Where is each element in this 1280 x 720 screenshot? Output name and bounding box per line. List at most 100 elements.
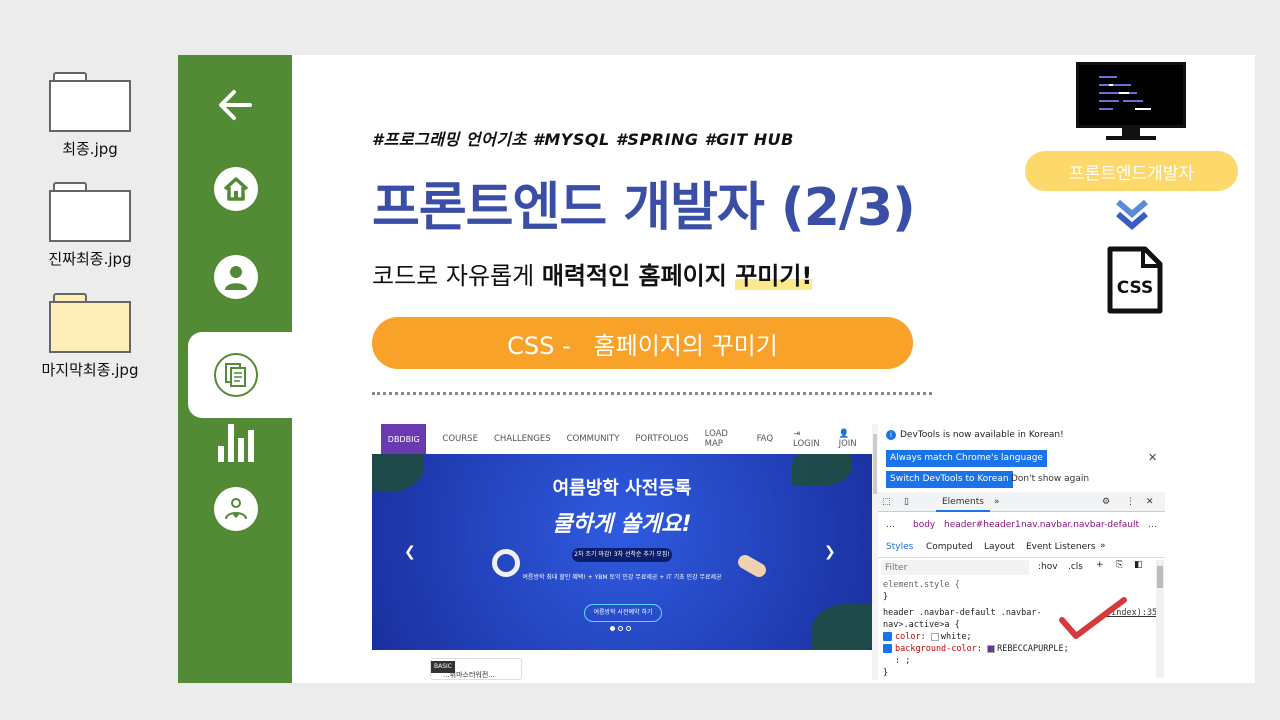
subtitle-plain: 코드로 자유롭게 [372,262,542,290]
user-icon[interactable] [214,255,258,299]
val-color: white; [940,632,972,642]
banner-tag: 2차 조기 마감! 3차 선착순 추가 모집! [572,548,672,562]
desktop-folder-real-final[interactable]: 진짜최종.jpg [40,182,140,269]
desktop-folder-final[interactable]: 최종.jpg [40,72,140,159]
styles-scrollbar[interactable] [1156,560,1164,678]
breadcrumb-body[interactable]: body [913,520,935,530]
course-card-text: ...위마스터워전... [443,671,495,679]
login-icon: ⇥ [793,429,801,439]
devtools-info-text: DevTools is now available in Korean! [900,430,1064,440]
dont-show-link[interactable]: Don't show again [1011,474,1089,484]
course-card[interactable]: BASIC ...위마스터워전... [430,658,522,680]
switch-korean-button[interactable]: Switch DevTools to Korean [886,471,1013,488]
info-icon: i [886,430,896,440]
checkmark-icon [1058,596,1128,642]
cls-toggle[interactable]: .cls [1068,562,1083,572]
back-arrow-icon[interactable] [216,88,256,122]
device-icon[interactable]: ▯ [904,492,909,512]
add-rule-icon[interactable]: + [1096,560,1104,570]
devtools-main-tabs: ⬚ ▯ Elements » ⚙ ⋮ ✕ [878,492,1165,512]
breadcrumb-header[interactable]: header#header1 [944,520,1021,530]
folder-label: 진짜최종.jpg [48,250,132,268]
more-subtabs-icon[interactable]: » [1100,541,1106,551]
prop-color: color [895,632,921,642]
banner-title: 여름방학 사전등록 [552,478,692,499]
promo-banner: 여름방학 사전등록 쿨하게 쏠게요! 2차 조기 마감! 3차 선착순 추가 모… [372,454,872,650]
site-logo[interactable]: DBDBIG [381,424,427,454]
selector-line-1: header .navbar-default .navbar- [883,608,1042,618]
carousel-dots[interactable] [610,626,631,631]
nav-course[interactable]: COURSE [442,434,478,444]
dom-breadcrumb: … body header#header1 nav.navbar.navbar-… [878,520,1165,534]
nav-faq[interactable]: FAQ [757,434,773,444]
folder-icon [49,293,131,353]
close-devtools-icon[interactable]: ✕ [1146,492,1154,512]
home-icon[interactable] [214,167,258,211]
paint-icon[interactable]: ⎘ [1116,560,1123,570]
styles-filter-input[interactable] [881,560,1029,575]
hov-toggle[interactable]: :hov [1038,562,1058,572]
hashtags: #프로그래밍 언어기초 #MYSQL #SPRING #GIT HUB [372,130,794,149]
nav-login-label: LOGIN [793,439,820,449]
val-background: REBECCAPURPLE; [997,644,1069,654]
tab-elements[interactable]: Elements [936,492,990,512]
inspect-icon[interactable]: ⬚ [882,492,891,512]
tab-styles[interactable]: Styles [886,542,913,552]
rule-close-brace: } [883,592,889,602]
prev-arrow-icon[interactable]: ❮ [404,544,416,560]
monitor-icon [1076,62,1186,128]
banner-description: 여름방학 최대 할인 혜택! + YBM 토익 인강 무료제공 + IT 기초 … [522,574,722,581]
css-file-icon: CSS [1107,246,1163,314]
subtitle-bold: 매력적인 홈페이지 [541,262,736,290]
document-icon[interactable] [214,353,258,397]
section-pill: CSS - 홈페이지의 꾸미기 [372,317,913,369]
declaration-color: color: white; [883,632,972,642]
tab-event-listeners[interactable]: Event Listeners [1026,542,1096,552]
close-icon[interactable]: ✕ [1148,451,1157,464]
color-swatch[interactable] [930,632,939,641]
folder-icon [49,182,131,242]
subtitle-highlight: 꾸미기! [735,262,813,290]
next-arrow-icon[interactable]: ❯ [824,544,836,560]
nav-join-label: JOIN [838,439,857,449]
dotted-divider [372,392,932,395]
banner-button[interactable]: 여름방학 사전예약 하기 [584,604,662,622]
styles-filter-bar: :hov .cls + ⎘ ◧ [878,560,1165,576]
selector-line-2: nav>.active>a { [883,620,960,630]
swim-ring-icon [492,549,520,577]
leaf-decoration [812,604,872,650]
kebab-menu-icon[interactable]: ⋮ [1126,492,1135,512]
checkbox-background[interactable] [883,644,892,653]
nav-login[interactable]: ⇥ LOGIN [793,429,823,449]
breadcrumb-ellipsis: … [886,520,895,530]
nav-portfolios[interactable]: PORTFOLIOS [635,434,688,444]
match-language-button[interactable]: Always match Chrome's language [886,450,1047,467]
tab-layout[interactable]: Layout [984,542,1015,552]
sidebar-toggle-icon[interactable]: ◧ [1134,560,1143,570]
page-title: 프론트엔드 개발자 (2/3) [372,178,916,238]
website-screenshot: DBDBIG COURSE CHALLENGES COMMUNITY PORTF… [372,424,872,680]
declaration-background: background-color: REBECCAPURPLE; [883,644,1069,654]
checkbox-color[interactable] [883,632,892,641]
color-swatch[interactable] [987,644,996,653]
bar-chart-icon[interactable] [216,420,256,464]
breadcrumb-nav[interactable]: nav.navbar.navbar-default [1021,520,1139,530]
nav-load-map[interactable]: LOAD MAP [705,429,741,449]
heart-hand-icon[interactable] [214,487,258,531]
nav-community[interactable]: COMMUNITY [567,434,620,444]
styles-tabs: Styles Computed Layout Event Listeners » [878,538,1165,558]
prop-background: background-color [895,644,977,654]
tab-computed[interactable]: Computed [926,542,973,552]
breadcrumb-more: … [1148,520,1157,530]
banner-title-2: 쿨하게 쏠게요! [552,512,692,537]
gear-icon[interactable]: ⚙ [1102,492,1110,512]
more-tabs-icon[interactable]: » [994,492,1000,512]
site-navbar: DBDBIG COURSE CHALLENGES COMMUNITY PORTF… [372,424,872,454]
devtools-info: i DevTools is now available in Korean! [886,430,1165,440]
role-badge: 프론트엔드개발자 [1025,151,1238,191]
nav-join[interactable]: 👤 JOIN [839,429,864,449]
desktop-folder-last-final[interactable]: 마지막최종.jpg [40,293,140,380]
empty-declaration[interactable]: : ; [895,656,910,666]
monitor-base [1106,136,1156,140]
nav-challenges[interactable]: CHALLENGES [494,434,551,444]
